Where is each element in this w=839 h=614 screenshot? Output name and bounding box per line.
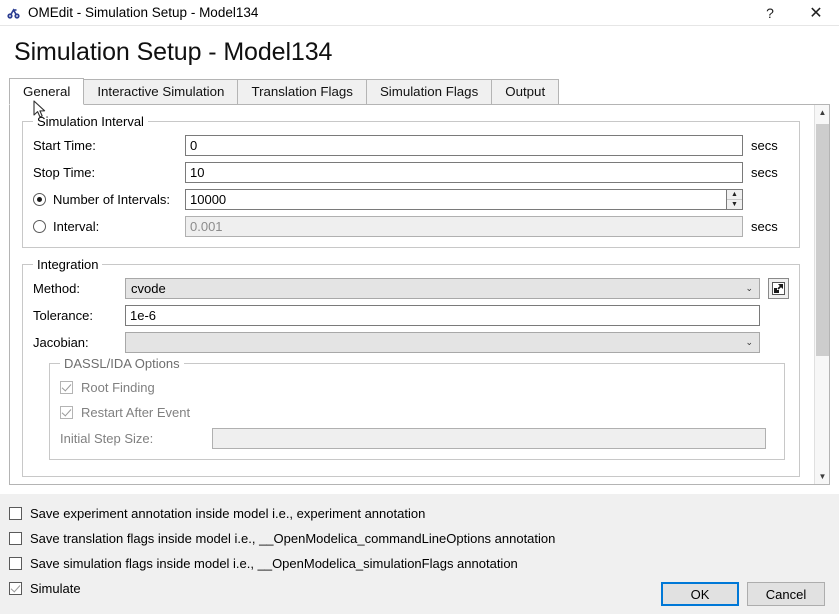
window-controls: ? ✕: [747, 0, 839, 25]
save-experiment-annotation-label: Save experiment annotation inside model …: [30, 505, 426, 521]
start-time-row: Start Time: secs: [33, 134, 789, 156]
general-tab-panel: Simulation Interval Start Time: secs Sto…: [9, 105, 830, 485]
close-button[interactable]: ✕: [793, 0, 839, 25]
tolerance-row: Tolerance:: [33, 304, 789, 326]
root-finding-label: Root Finding: [81, 379, 155, 395]
restart-after-event-label: Restart After Event: [81, 404, 191, 420]
save-experiment-annotation-checkbox[interactable]: Save experiment annotation inside model …: [9, 502, 839, 524]
save-translation-flags-checkbox[interactable]: Save translation flags inside model i.e.…: [9, 527, 839, 549]
method-row: Method: cvode ⌄: [33, 277, 789, 299]
page-title: Simulation Setup - Model134: [14, 38, 333, 66]
number-of-intervals-radio[interactable]: Number of Intervals:: [33, 192, 185, 207]
checkbox-icon: [60, 380, 73, 394]
tab-interactive-simulation[interactable]: Interactive Simulation: [83, 79, 239, 105]
scroll-down-icon[interactable]: ▼: [815, 469, 829, 484]
number-of-intervals-unit-spacer: [751, 192, 789, 207]
omedit-icon: [6, 5, 22, 21]
chevron-down-icon: ⌄: [745, 336, 753, 347]
integration-group: Integration Method: cvode ⌄ Tolerance: 1…: [22, 257, 800, 477]
save-simulation-flags-checkbox[interactable]: Save simulation flags inside model i.e.,…: [9, 552, 839, 574]
tolerance-input[interactable]: [125, 304, 760, 326]
interval-radio[interactable]: Interval:: [33, 219, 185, 234]
radio-button-icon: [33, 219, 46, 233]
number-of-intervals-label: Number of Intervals:: [53, 191, 171, 207]
start-time-unit: secs: [751, 137, 778, 153]
interval-input[interactable]: [185, 215, 743, 237]
open-external-button[interactable]: [768, 277, 789, 299]
simulation-interval-group-title: Simulation Interval: [33, 114, 148, 129]
title-bar: OMEdit - Simulation Setup - Model134 ? ✕: [0, 0, 839, 26]
checkbox-icon: [9, 531, 22, 545]
radio-button-icon: [33, 192, 46, 206]
stepper-down-icon[interactable]: ▼: [727, 200, 742, 209]
jacobian-row: Jacobian: ⌄: [33, 331, 789, 353]
stop-time-row: Stop Time: secs: [33, 161, 789, 183]
number-of-intervals-input[interactable]: [185, 188, 726, 210]
checkbox-icon: [9, 506, 22, 520]
footer: Save experiment annotation inside model …: [0, 494, 839, 614]
restart-after-event-checkbox[interactable]: Restart After Event: [60, 401, 774, 423]
interval-row: Interval: secs: [33, 215, 789, 237]
stepper-buttons[interactable]: ▲ ▼: [726, 188, 743, 210]
initial-step-size-input[interactable]: [212, 427, 766, 449]
vertical-scrollbar[interactable]: ▲ ▼: [814, 105, 829, 484]
tab-general[interactable]: General: [9, 78, 85, 105]
tolerance-label: Tolerance:: [33, 307, 93, 323]
simulate-label: Simulate: [30, 580, 81, 596]
scrollbar-thumb[interactable]: [816, 124, 829, 356]
dassl-ida-options-title: DASSL/IDA Options: [60, 356, 184, 371]
root-finding-checkbox[interactable]: Root Finding: [60, 376, 774, 398]
method-combobox[interactable]: cvode ⌄: [125, 277, 760, 299]
tab-translation-flags[interactable]: Translation Flags: [237, 79, 367, 105]
checkbox-icon: [9, 556, 22, 570]
start-time-label: Start Time:: [33, 137, 96, 153]
simulation-interval-group: Simulation Interval Start Time: secs Sto…: [22, 114, 800, 248]
dassl-ida-options-group: DASSL/IDA Options Root Finding Restart A…: [49, 356, 785, 460]
initial-step-size-label: Initial Step Size:: [60, 430, 154, 446]
checkbox-icon: [9, 581, 22, 595]
initial-step-size-row: Initial Step Size:: [60, 427, 774, 449]
ok-button[interactable]: OK: [661, 582, 739, 606]
open-external-icon: [772, 281, 785, 295]
jacobian-label: Jacobian:: [33, 334, 89, 350]
tab-simulation-flags[interactable]: Simulation Flags: [365, 79, 493, 105]
stop-time-label: Stop Time:: [33, 164, 96, 180]
chevron-down-icon: ⌄: [745, 282, 753, 293]
method-label: Method:: [33, 280, 80, 296]
tab-output[interactable]: Output: [491, 79, 560, 105]
stepper-up-icon[interactable]: ▲: [727, 190, 742, 200]
save-translation-flags-label: Save translation flags inside model i.e.…: [30, 530, 556, 546]
integration-group-title: Integration: [33, 257, 103, 272]
checkbox-icon: [60, 405, 73, 419]
jacobian-combobox[interactable]: ⌄: [125, 331, 760, 353]
help-button[interactable]: ?: [747, 0, 793, 25]
number-of-intervals-row: Number of Intervals: ▲ ▼: [33, 188, 789, 210]
dialog-buttons: OK Cancel: [653, 582, 825, 606]
cancel-button[interactable]: Cancel: [747, 582, 825, 606]
scroll-up-icon[interactable]: ▲: [815, 105, 829, 120]
stop-time-unit: secs: [751, 164, 778, 180]
tab-bar: General Interactive Simulation Translati…: [9, 78, 830, 105]
general-tab-content: Simulation Interval Start Time: secs Sto…: [10, 105, 812, 477]
method-value: cvode: [131, 280, 166, 296]
interval-label: Interval:: [53, 218, 100, 234]
save-simulation-flags-label: Save simulation flags inside model i.e.,…: [30, 555, 518, 571]
start-time-input[interactable]: [185, 134, 743, 156]
stop-time-input[interactable]: [185, 161, 743, 183]
window-title: OMEdit - Simulation Setup - Model134: [28, 5, 259, 20]
interval-unit: secs: [751, 218, 778, 234]
number-of-intervals-stepper[interactable]: ▲ ▼: [185, 188, 743, 210]
